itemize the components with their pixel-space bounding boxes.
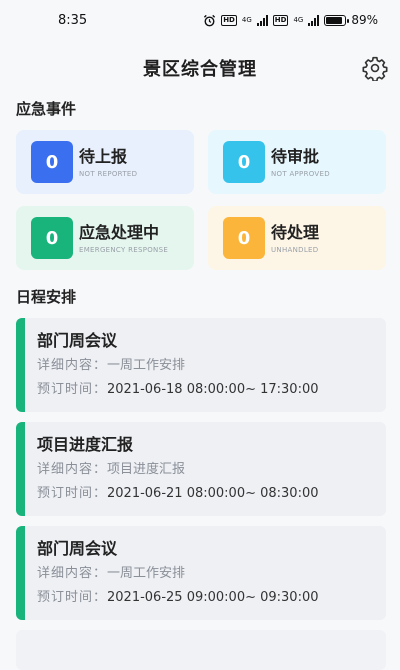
schedule-item[interactable]: 项目进度汇报 详细内容：项目进度汇报 预订时间：2021-06-21 08:00… — [16, 422, 386, 516]
network-type-1: 4G — [241, 15, 252, 24]
time-label: 预订时间： — [37, 382, 108, 397]
schedule-accent-bar — [16, 422, 25, 516]
signal-icon-1 — [256, 14, 268, 26]
battery-icon — [324, 14, 350, 26]
card-unhandled[interactable]: 0 待处理 UNHANDLED — [208, 206, 386, 270]
schedule-name: 部门周会议 — [37, 539, 118, 558]
app-header: 景区综合管理 — [0, 46, 400, 90]
not-reported-sublabel: NOT REPORTED — [79, 169, 138, 178]
status-bar: 8:35 HD 4G HD 4G 89% — [0, 0, 400, 40]
alarm-icon — [204, 14, 216, 26]
detail-label: 详细内容： — [37, 566, 108, 581]
status-time: 8:35 — [58, 12, 88, 28]
settings-gear-icon[interactable] — [362, 55, 388, 81]
page-title: 景区综合管理 — [143, 59, 257, 80]
hd-badge-2: HD — [272, 14, 289, 26]
schedule-name: 项目进度汇报 — [37, 435, 134, 454]
detail-label: 详细内容： — [37, 358, 108, 373]
schedule-detail: 一周工作安排 — [107, 566, 186, 581]
detail-label: 详细内容： — [37, 462, 108, 477]
emergency-response-count: 0 — [31, 217, 73, 259]
not-reported-label: 待上报 — [79, 146, 128, 166]
schedule-detail: 一周工作安排 — [107, 358, 186, 373]
emergency-response-label: 应急处理中 — [79, 222, 160, 242]
not-approved-label: 待审批 — [271, 146, 320, 166]
battery-percent: 89% — [351, 13, 378, 27]
schedule-item[interactable]: 部门周会议 详细内容：一周工作安排 预订时间：2021-06-18 08:00:… — [16, 318, 386, 412]
emergency-response-sublabel: EMERGENCY RESPONSE — [79, 245, 169, 254]
status-icons: HD 4G HD 4G 89% — [203, 13, 378, 27]
hd-badge-1: HD — [221, 14, 237, 26]
network-type-2: 4G — [293, 15, 304, 24]
not-approved-count: 0 — [223, 141, 265, 183]
card-emergency-response[interactable]: 0 应急处理中 EMERGENCY RESPONSE — [16, 206, 194, 270]
unhandled-count: 0 — [223, 217, 265, 259]
card-not-approved[interactable]: 0 待审批 NOT APPROVED — [208, 130, 386, 194]
schedule-item-partial — [16, 630, 386, 670]
unhandled-label: 待处理 — [271, 222, 320, 242]
time-label: 预订时间： — [37, 486, 108, 501]
card-not-reported[interactable]: 0 待上报 NOT REPORTED — [16, 130, 194, 194]
schedule-time: 2021-06-21 08:00:00~ 08:30:00 — [107, 486, 319, 501]
schedule-name: 部门周会议 — [37, 331, 118, 350]
schedule-accent-bar — [16, 318, 25, 412]
not-approved-sublabel: NOT APPROVED — [271, 169, 330, 178]
signal-icon-2 — [308, 14, 320, 26]
schedule-time: 2021-06-25 09:00:00~ 09:30:00 — [107, 590, 319, 605]
not-reported-count: 0 — [31, 141, 73, 183]
unhandled-sublabel: UNHANDLED — [271, 245, 319, 254]
schedule-time: 2021-06-18 08:00:00~ 17:30:00 — [107, 382, 319, 397]
schedule-accent-bar — [16, 526, 25, 620]
schedule-section-title: 日程安排 — [14, 286, 94, 309]
schedule-item[interactable]: 部门周会议 详细内容：一周工作安排 预订时间：2021-06-25 09:00:… — [16, 526, 386, 620]
emergency-section-title: 应急事件 — [14, 98, 94, 121]
time-label: 预订时间： — [37, 590, 108, 605]
schedule-detail: 项目进度汇报 — [107, 462, 186, 477]
